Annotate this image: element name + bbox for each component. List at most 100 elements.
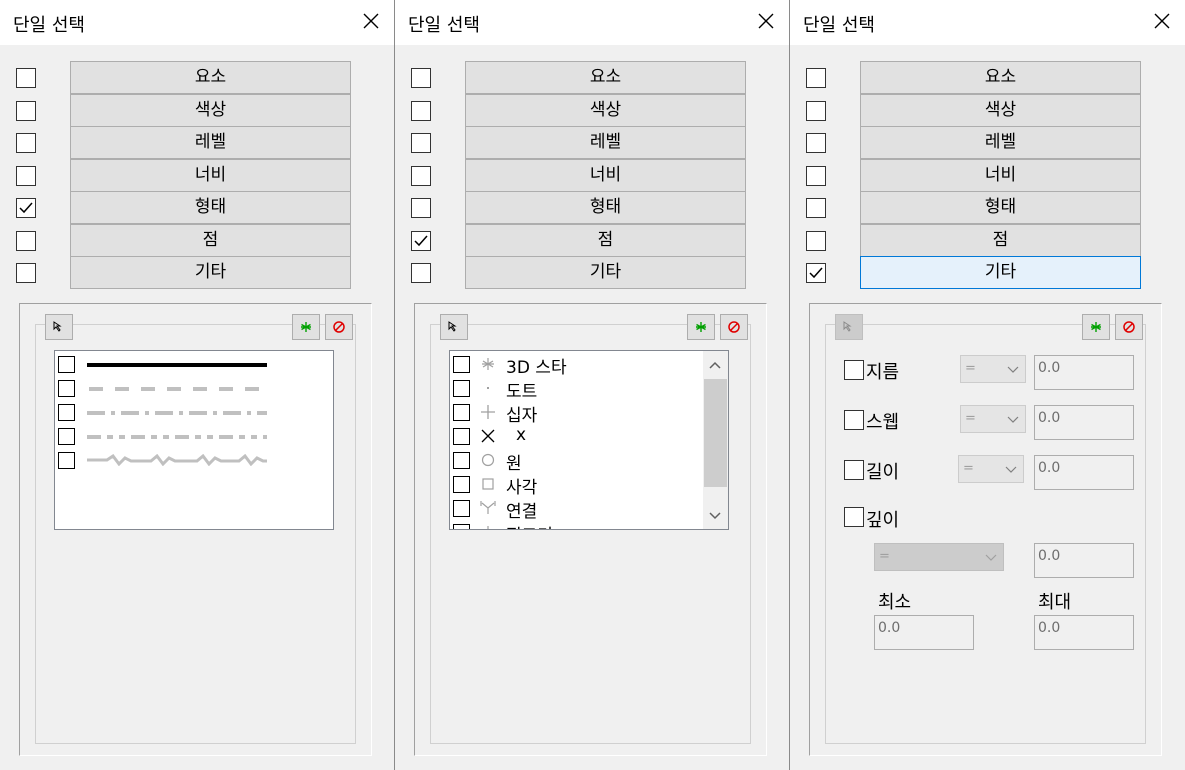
min-value-field[interactable]: 0.0 [874,615,974,650]
clear-button[interactable] [325,314,353,340]
criterion-button[interactable]: 색상 [70,94,351,127]
criterion-button[interactable]: 너비 [465,159,746,192]
criterion-checkbox[interactable] [411,166,431,186]
list-item[interactable]: 원 [450,448,728,474]
length-value-field[interactable]: 0.0 [1034,455,1134,490]
list-item[interactable]: 십자 [450,400,728,426]
sweep-operator-select[interactable]: = [960,405,1026,433]
criterion-checkbox[interactable] [16,263,36,283]
select-all-button[interactable] [1082,314,1110,340]
depth-value-field[interactable]: 0.0 [1034,543,1134,578]
list-item[interactable]: 직교기 [450,520,728,529]
criterion-checkbox[interactable] [16,231,36,251]
criterion-checkbox[interactable] [806,101,826,121]
criterion-checkbox[interactable] [411,263,431,283]
criterion-button[interactable]: 너비 [70,159,351,192]
list-checkbox[interactable] [453,524,470,529]
criterion-checkbox-checked[interactable] [411,231,431,251]
criterion-checkbox[interactable] [411,101,431,121]
max-value-field[interactable]: 0.0 [1034,615,1134,650]
criterion-button[interactable]: 점 [465,224,746,257]
list-checkbox[interactable] [453,404,470,421]
list-checkbox[interactable] [58,404,75,421]
criterion-button[interactable]: 레벨 [465,126,746,159]
list-checkbox[interactable] [453,476,470,493]
close-icon[interactable] [757,12,775,30]
list-item[interactable] [55,352,333,376]
criterion-checkbox[interactable] [16,68,36,88]
criterion-button[interactable]: 기타 [70,256,351,289]
criterion-checkbox[interactable] [806,68,826,88]
clear-button[interactable] [720,314,748,340]
pick-button[interactable] [440,314,468,340]
criterion-checkbox[interactable] [411,133,431,153]
vertical-scrollbar[interactable] [703,351,728,529]
criterion-checkbox[interactable] [16,133,36,153]
criterion-button[interactable]: 너비 [860,159,1141,192]
list-item[interactable]: x [450,424,728,448]
criterion-checkbox[interactable] [806,133,826,153]
criterion-checkbox[interactable] [16,101,36,121]
sweep-checkbox[interactable] [844,410,864,430]
list-checkbox[interactable] [453,500,470,517]
length-checkbox[interactable] [844,460,864,480]
list-item[interactable]: 3D 스타 [450,352,728,378]
sweep-value-field[interactable]: 0.0 [1034,405,1134,440]
criterion-checkbox[interactable] [16,166,36,186]
scroll-thumb[interactable] [704,379,727,487]
list-checkbox[interactable] [58,380,75,397]
scroll-down-icon[interactable] [708,511,722,521]
criterion-checkbox[interactable] [806,198,826,218]
list-item[interactable]: 도트 [450,376,728,402]
list-checkbox[interactable] [453,380,470,397]
criterion-button[interactable]: 요소 [70,61,351,94]
criterion-checkbox-checked[interactable] [806,263,826,283]
list-checkbox[interactable] [58,356,75,373]
close-icon[interactable] [362,12,380,30]
list-item[interactable] [55,376,333,400]
criterion-checkbox[interactable] [411,68,431,88]
style-list[interactable] [54,350,334,530]
criterion-button[interactable]: 형태 [465,191,746,224]
diameter-checkbox[interactable] [844,360,864,380]
depth-operator-select[interactable]: = [874,543,1004,571]
criterion-button[interactable]: 점 [70,224,351,257]
list-item[interactable]: 연결 [450,496,728,522]
depth-checkbox[interactable] [844,507,864,527]
select-all-button[interactable] [687,314,715,340]
list-item[interactable] [55,400,333,424]
criterion-button[interactable]: 요소 [860,61,1141,94]
list-checkbox[interactable] [58,428,75,445]
criterion-checkbox[interactable] [806,231,826,251]
list-item[interactable]: 사각 [450,472,728,498]
criterion-button-focused[interactable]: 기타 [860,256,1141,289]
select-all-button[interactable] [292,314,320,340]
list-checkbox[interactable] [58,452,75,469]
list-checkbox[interactable] [453,452,470,469]
criterion-button[interactable]: 요소 [465,61,746,94]
scroll-up-icon[interactable] [708,360,722,370]
list-item[interactable] [55,424,333,448]
list-checkbox[interactable] [453,356,470,373]
criterion-button[interactable]: 기타 [465,256,746,289]
list-item[interactable] [55,448,333,472]
length-operator-select[interactable]: = [958,455,1024,483]
criterion-button[interactable]: 점 [860,224,1141,257]
criterion-button[interactable]: 레벨 [70,126,351,159]
clear-button[interactable] [1115,314,1143,340]
list-checkbox[interactable] [453,428,470,445]
pick-button[interactable] [835,314,863,340]
close-icon[interactable] [1153,12,1171,30]
criterion-button[interactable]: 색상 [860,94,1141,127]
point-list[interactable]: 3D 스타 도트 십자 x 원 사각 연결 직교기 [449,350,729,530]
criterion-checkbox-checked[interactable] [16,198,36,218]
diameter-operator-select[interactable]: = [960,355,1026,383]
criterion-button[interactable]: 형태 [860,191,1141,224]
criterion-button[interactable]: 색상 [465,94,746,127]
pick-button[interactable] [45,314,73,340]
diameter-value-field[interactable]: 0.0 [1034,355,1134,390]
criterion-button[interactable]: 레벨 [860,126,1141,159]
criterion-checkbox[interactable] [806,166,826,186]
criterion-button[interactable]: 형태 [70,191,351,224]
criterion-checkbox[interactable] [411,198,431,218]
